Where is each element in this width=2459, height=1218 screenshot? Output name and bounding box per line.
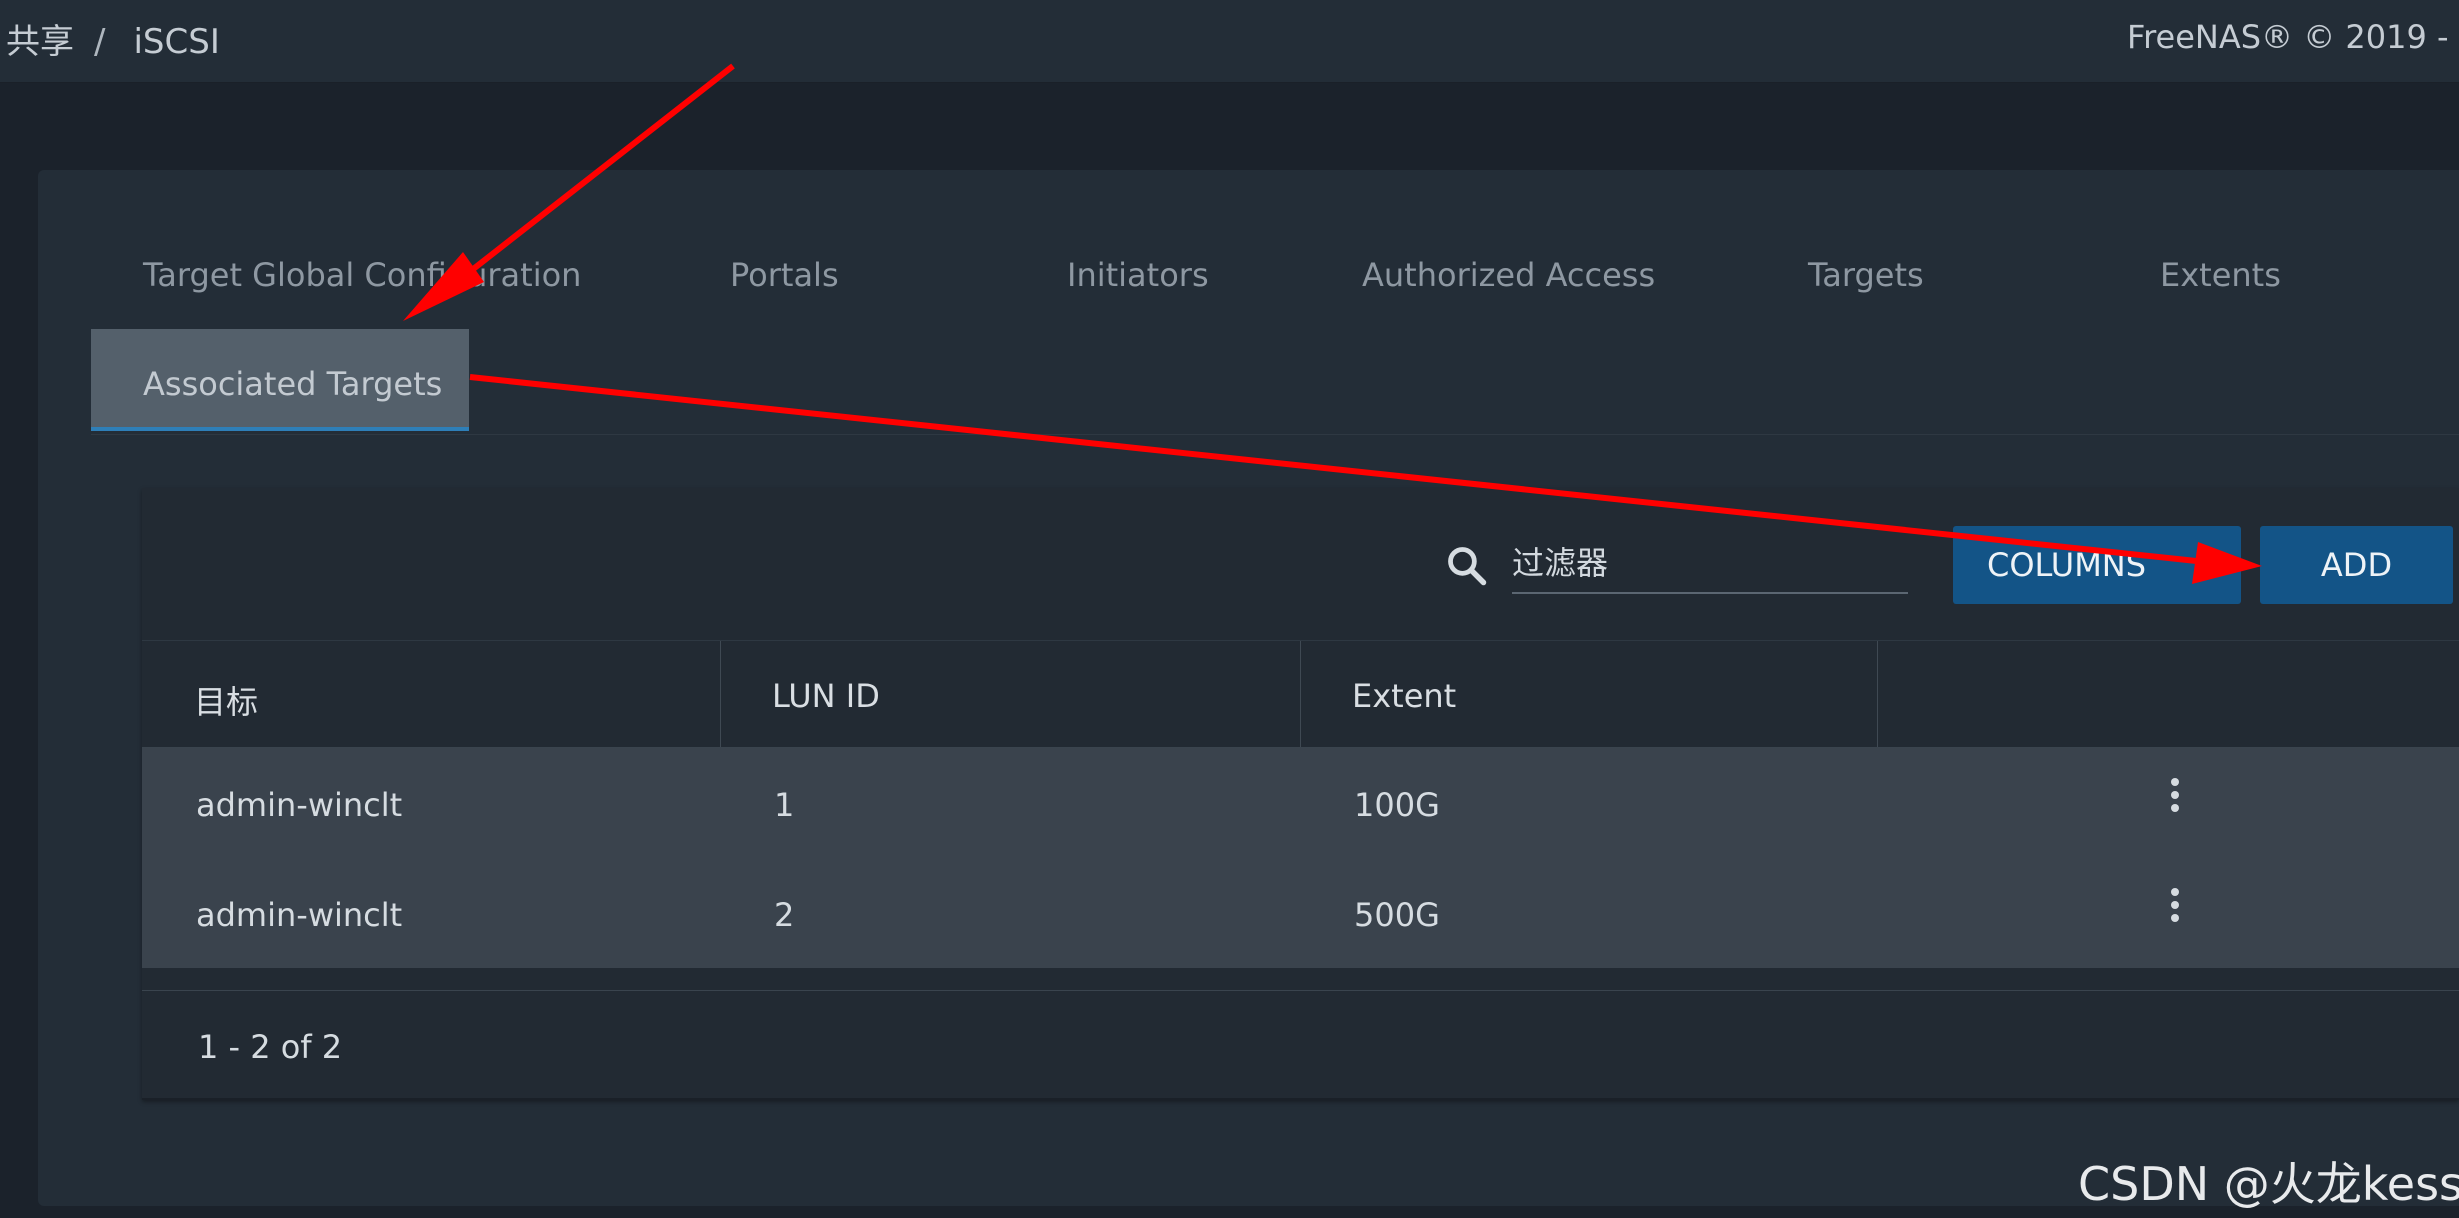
annotation-arrows [403, 63, 2262, 584]
watermark-text: CSDN @火龙kess [2078, 1157, 2459, 1211]
annotation-arrow-line [469, 374, 2216, 566]
annotation-arrowhead [2192, 542, 2262, 584]
annotation-arrow-line [438, 63, 735, 298]
annotation-arrowhead [403, 252, 484, 321]
